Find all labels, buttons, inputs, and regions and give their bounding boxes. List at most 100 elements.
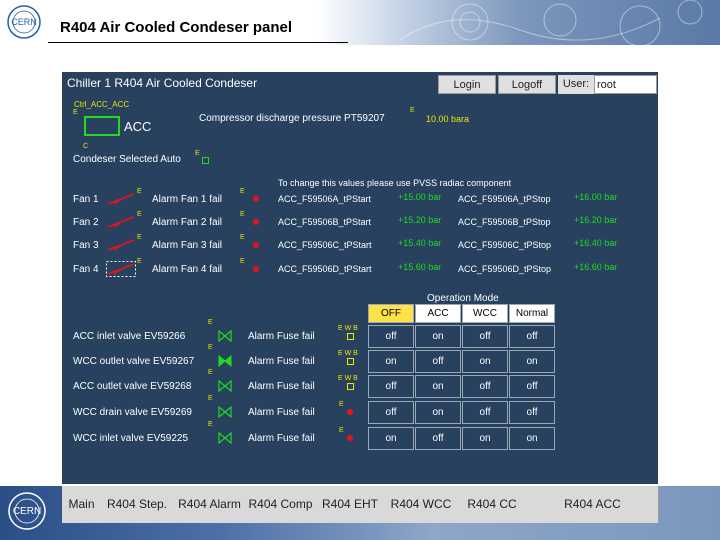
- user-field[interactable]: root: [594, 75, 657, 94]
- valve-mode-cell[interactable]: off: [415, 427, 461, 450]
- valve-mode-cell[interactable]: on: [462, 427, 508, 450]
- cern-logo: CERN: [7, 5, 41, 39]
- start-pressure-value[interactable]: +15.40 bar: [398, 238, 441, 248]
- valve-mode-cell[interactable]: on: [368, 350, 414, 373]
- valve-icon[interactable]: [218, 406, 232, 418]
- start-pressure-tag: ACC_F59506D_tPStart: [278, 264, 372, 274]
- fuse-indicator: [347, 383, 354, 390]
- start-pressure-value[interactable]: +15.20 bar: [398, 215, 441, 225]
- mode-column-header[interactable]: OFF: [368, 304, 414, 323]
- status-mark: E: [208, 395, 213, 402]
- valve-mode-cell[interactable]: off: [509, 375, 555, 398]
- stop-pressure-value[interactable]: +16.20 bar: [574, 215, 617, 225]
- valve-mode-cell[interactable]: on: [415, 401, 461, 424]
- acc-label: ACC: [124, 119, 152, 134]
- valve-mode-cell[interactable]: off: [462, 325, 508, 348]
- panel-title: Chiller 1 R404 Air Cooled Condeser: [67, 76, 258, 90]
- valve-mode-cell[interactable]: off: [368, 401, 414, 424]
- title-underline: [48, 42, 348, 43]
- valve-icon[interactable]: [218, 355, 232, 367]
- stop-pressure-tag: ACC_F59506A_tPStop: [458, 194, 551, 204]
- pvss-note: To change this values please use PVSS ra…: [278, 178, 512, 188]
- status-mark: E: [240, 188, 245, 195]
- fan-alarm-label: Alarm Fan 4 fail: [152, 264, 223, 275]
- nav-tab-r404-comp[interactable]: R404 Comp: [246, 486, 316, 523]
- status-mark: E: [208, 369, 213, 376]
- status-mark: E: [240, 234, 245, 241]
- start-pressure-value[interactable]: +15.00 bar: [398, 192, 441, 202]
- start-pressure-tag: ACC_F59506C_tPStart: [278, 240, 372, 250]
- start-pressure-value[interactable]: +15.60 bar: [398, 262, 441, 272]
- fan-icon[interactable]: [106, 191, 136, 207]
- fuse-indicator: [347, 333, 354, 340]
- status-mark: C: [83, 143, 89, 150]
- nav-tab-r404-step[interactable]: R404 Step.: [101, 486, 174, 523]
- valve-mode-cell[interactable]: off: [462, 375, 508, 398]
- valve-mode-cell[interactable]: off: [415, 350, 461, 373]
- nav-tab-r404-cc[interactable]: R404 CC: [457, 486, 528, 523]
- status-mark: E: [339, 427, 344, 434]
- status-mark: E W B: [338, 350, 358, 357]
- valve-alarm-label: Alarm Fuse fail: [248, 407, 315, 418]
- valve-mode-cell[interactable]: on: [415, 325, 461, 348]
- operation-mode-title: Operation Mode: [427, 293, 499, 304]
- alarm-indicator: [253, 219, 259, 225]
- alarm-indicator: [347, 409, 353, 415]
- svg-text:CERN: CERN: [13, 506, 41, 517]
- start-pressure-tag: ACC_F59506B_tPStart: [278, 217, 372, 227]
- valve-alarm-label: Alarm Fuse fail: [248, 381, 315, 392]
- valve-mode-cell[interactable]: off: [368, 325, 414, 348]
- status-mark: E W B: [338, 325, 358, 332]
- status-mark: E: [137, 211, 142, 218]
- status-mark: E: [73, 109, 78, 116]
- user-label: User:: [558, 75, 594, 94]
- nav-tab-r404-alarm[interactable]: R404 Alarm: [173, 486, 247, 523]
- ctrl-tag: Ctrl_ACC_ACC: [74, 100, 130, 109]
- fan-icon[interactable]: [106, 214, 136, 230]
- valve-mode-cell[interactable]: off: [462, 401, 508, 424]
- login-button[interactable]: Login: [438, 75, 496, 94]
- valve-mode-cell[interactable]: on: [368, 427, 414, 450]
- alarm-indicator: [253, 196, 259, 202]
- mode-column-header[interactable]: ACC: [415, 304, 461, 323]
- valve-mode-cell[interactable]: on: [462, 350, 508, 373]
- stop-pressure-value[interactable]: +16.40 bar: [574, 238, 617, 248]
- stop-pressure-value[interactable]: +16.00 bar: [574, 192, 617, 202]
- valve-mode-cell[interactable]: on: [415, 375, 461, 398]
- selected-indicator: [202, 157, 209, 164]
- valve-icon[interactable]: [218, 330, 232, 342]
- acc-toggle[interactable]: [84, 116, 120, 136]
- status-mark: E: [339, 401, 344, 408]
- fan-alarm-label: Alarm Fan 2 fail: [152, 217, 223, 228]
- status-mark: E: [240, 211, 245, 218]
- mode-column-header[interactable]: Normal: [509, 304, 555, 323]
- fan-icon[interactable]: [106, 261, 136, 277]
- logoff-button[interactable]: Logoff: [498, 75, 556, 94]
- valve-label: WCC inlet valve EV59225: [73, 433, 189, 444]
- valve-alarm-label: Alarm Fuse fail: [248, 433, 315, 444]
- valve-icon[interactable]: [218, 432, 232, 444]
- status-mark: E: [137, 234, 142, 241]
- status-mark: E W B: [338, 375, 358, 382]
- status-mark: E: [208, 319, 213, 326]
- condenser-panel: Chiller 1 R404 Air Cooled Condeser Login…: [62, 72, 658, 484]
- fan-icon[interactable]: [106, 237, 136, 253]
- fan-label: Fan 4: [73, 264, 99, 275]
- mode-column-header[interactable]: WCC: [462, 304, 508, 323]
- valve-mode-cell[interactable]: on: [509, 350, 555, 373]
- status-mark: E: [240, 258, 245, 265]
- nav-tab-r404-wcc[interactable]: R404 WCC: [385, 486, 458, 523]
- valve-mode-cell[interactable]: off: [509, 401, 555, 424]
- valve-label: ACC outlet valve EV59268: [73, 381, 192, 392]
- stop-pressure-value[interactable]: +16.60 bar: [574, 262, 617, 272]
- valve-icon[interactable]: [218, 380, 232, 392]
- slide-title: R404 Air Cooled Condeser panel: [60, 19, 293, 36]
- nav-tab-main[interactable]: Main: [62, 486, 102, 523]
- nav-tab-r404-acc[interactable]: R404 ACC: [527, 486, 659, 523]
- valve-mode-cell[interactable]: off: [368, 375, 414, 398]
- cern-logo: CERN: [8, 492, 46, 530]
- nav-tab-r404-eht[interactable]: R404 EHT: [315, 486, 386, 523]
- alarm-indicator: [253, 266, 259, 272]
- valve-mode-cell[interactable]: off: [509, 325, 555, 348]
- valve-mode-cell[interactable]: on: [509, 427, 555, 450]
